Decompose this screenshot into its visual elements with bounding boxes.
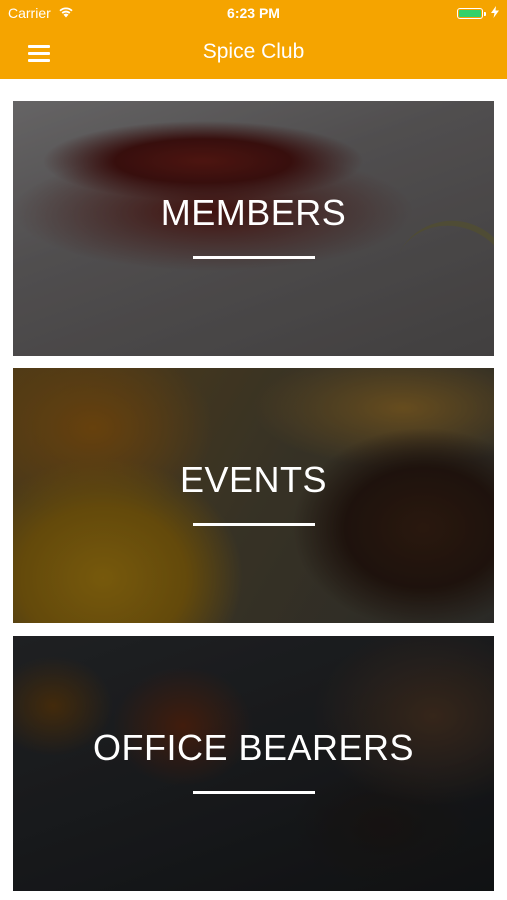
office-bearers-underline [192, 791, 315, 794]
status-bar: Carrier 6:23 PM [0, 0, 507, 26]
status-right [457, 5, 499, 21]
events-label: EVENTS [179, 459, 328, 500]
battery-icon [457, 7, 486, 19]
lightning-icon [491, 5, 499, 21]
office-bearers-label: OFFICE BEARERS [92, 727, 415, 768]
members-underline [192, 256, 315, 259]
members-label: MEMBERS [160, 192, 347, 233]
events-underline [192, 523, 315, 526]
hamburger-menu-icon[interactable] [22, 40, 54, 66]
members-card[interactable]: MEMBERS [13, 101, 494, 356]
office-bearers-card[interactable]: OFFICE BEARERS [13, 636, 494, 891]
status-time: 6:23 PM [227, 5, 280, 21]
events-card[interactable]: EVENTS [13, 368, 494, 623]
page-title: Spice Club [202, 40, 305, 63]
nav-bar: Spice Club [0, 26, 507, 79]
